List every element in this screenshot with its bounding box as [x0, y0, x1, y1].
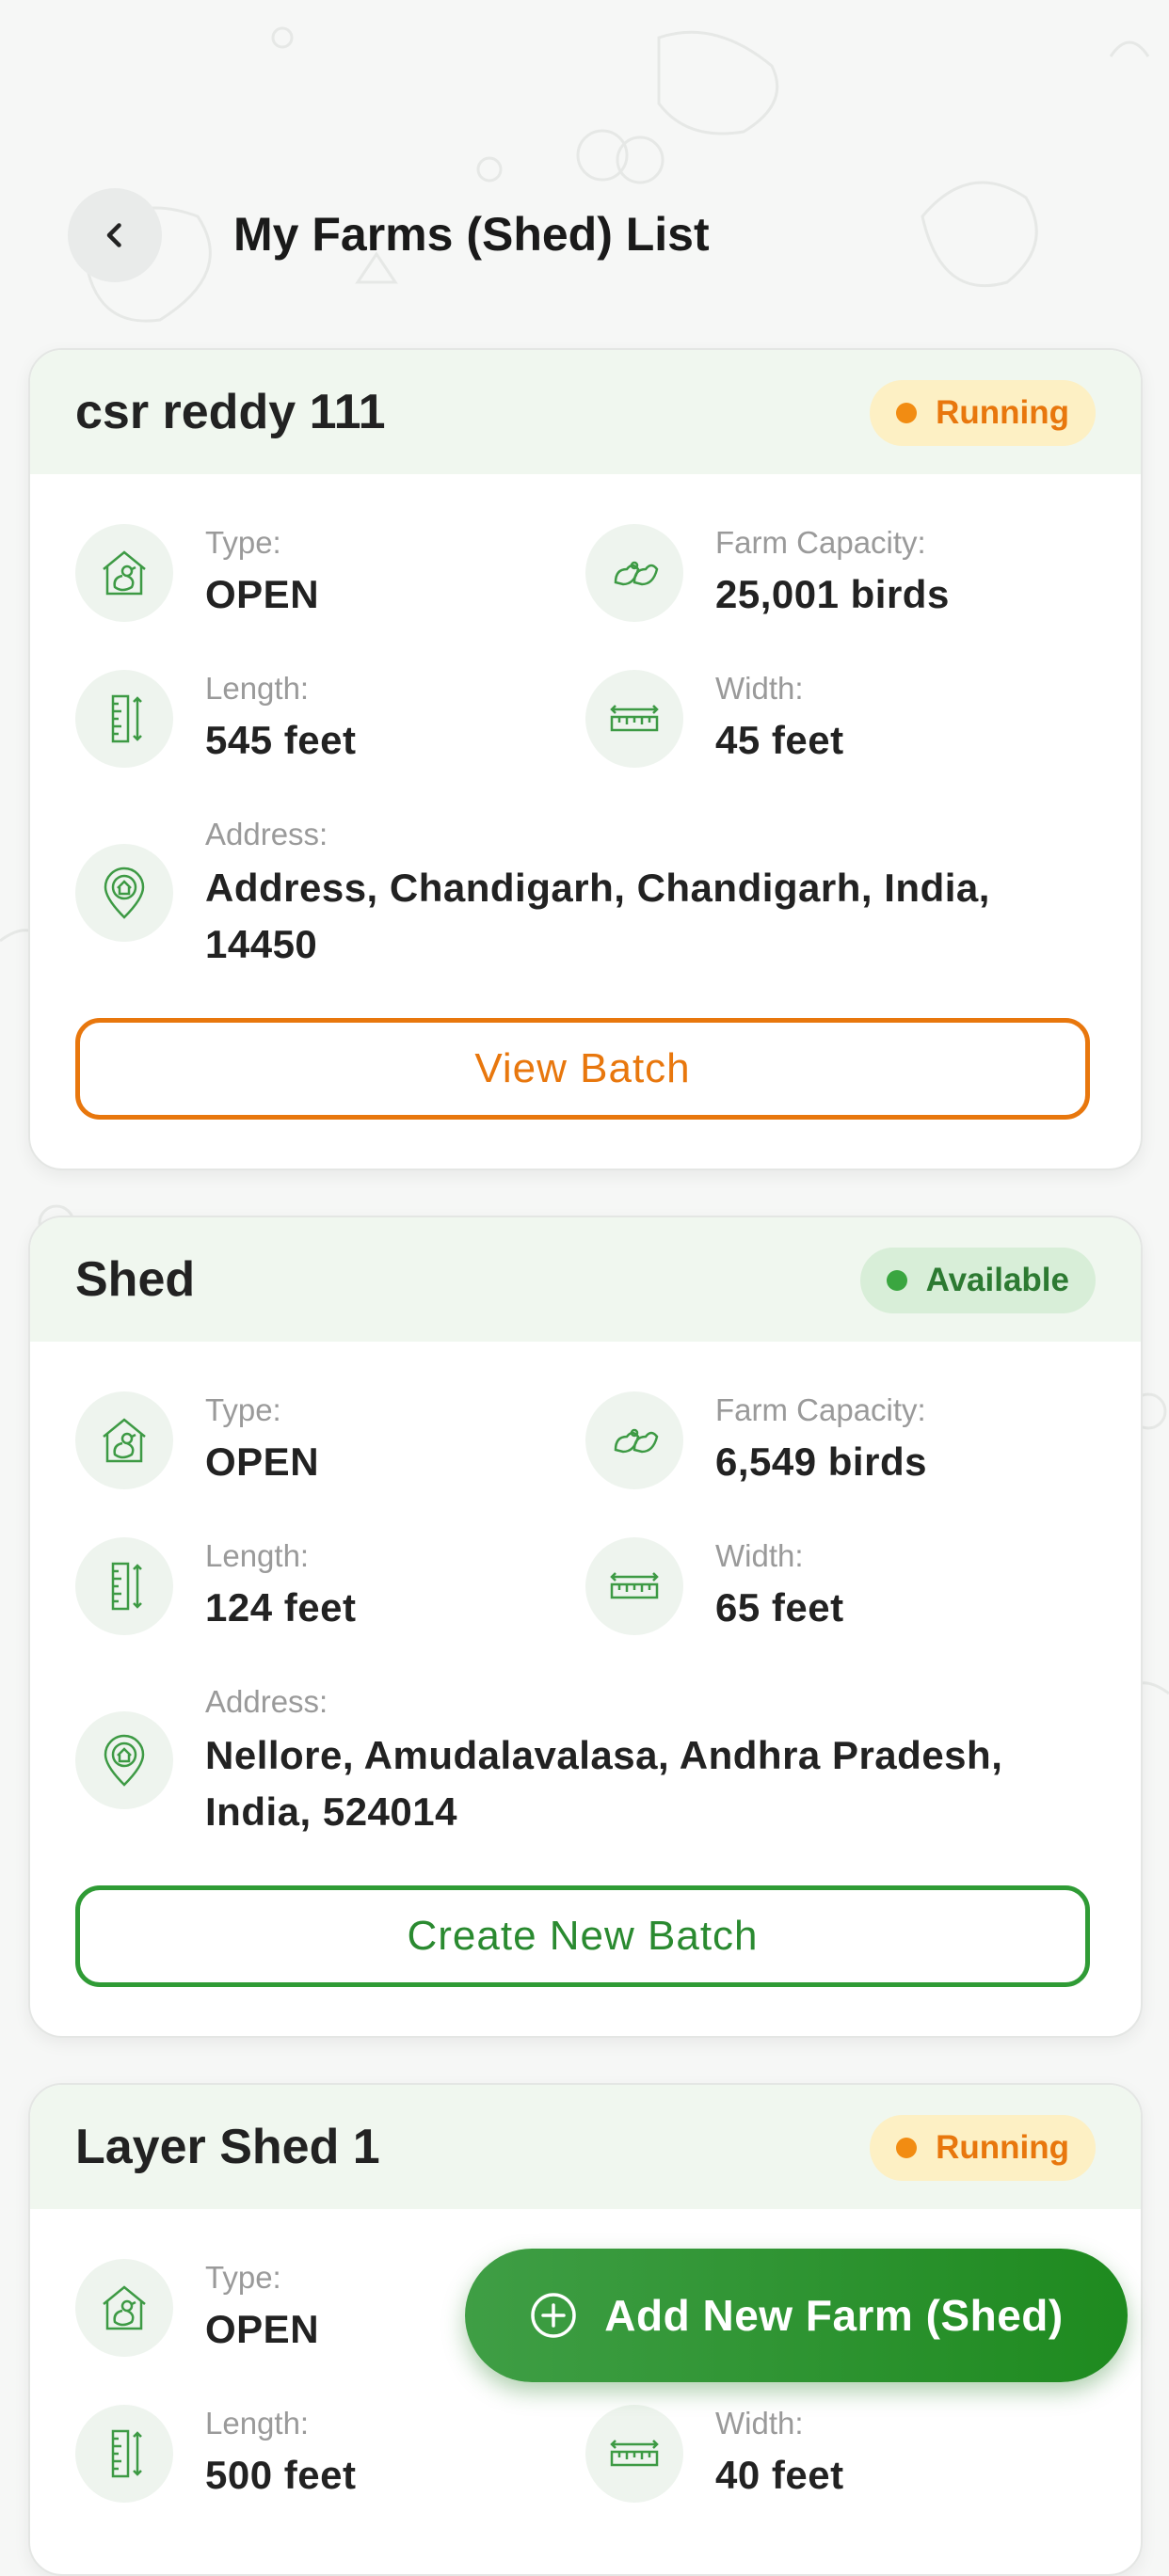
barn-chicken-icon	[75, 2259, 173, 2357]
add-new-farm-label: Add New Farm (Shed)	[604, 2291, 1064, 2340]
plus-circle-icon	[529, 2291, 578, 2340]
farm-card: csr reddy 111 Running Type: OPEN Farm Ca…	[28, 348, 1143, 1170]
page-title: My Farms (Shed) List	[233, 208, 710, 261]
address-value: Address, Chandigarh, Chandigarh, India, …	[205, 866, 990, 966]
length-value: 124 feet	[205, 1585, 357, 1630]
farm-name: csr reddy 111	[75, 385, 386, 439]
address-label: Address:	[205, 817, 328, 851]
ruler-horizontal-icon	[585, 2405, 683, 2503]
capacity-label: Farm Capacity:	[715, 525, 926, 560]
width-value: 45 feet	[715, 718, 844, 762]
length-label: Length:	[205, 2406, 310, 2441]
home-location-pin-icon	[75, 844, 173, 942]
type-label: Type:	[205, 525, 281, 560]
create-new-batch-button[interactable]: Create New Batch	[75, 1885, 1090, 1987]
add-new-farm-button[interactable]: Add New Farm (Shed)	[465, 2249, 1128, 2382]
farm-card-header: csr reddy 111 Running	[30, 350, 1141, 474]
capacity-value: 25,001 birds	[715, 572, 950, 616]
farm-name: Shed	[75, 1252, 196, 1307]
farm-card-header: Layer Shed 1 Running	[30, 2085, 1141, 2209]
status-dot	[896, 403, 918, 423]
birds-icon	[585, 1391, 683, 1489]
address-label: Address:	[205, 1684, 328, 1719]
chevron-left-icon	[106, 223, 121, 247]
status-text: Available	[925, 1262, 1069, 1298]
type-label: Type:	[205, 2260, 281, 2295]
status-dot	[896, 2138, 918, 2158]
capacity-value: 6,549 birds	[715, 1439, 927, 1484]
length-value: 500 feet	[205, 2453, 357, 2497]
birds-icon	[585, 524, 683, 622]
length-label: Length:	[205, 1538, 310, 1573]
width-value: 40 feet	[715, 2453, 844, 2497]
ruler-vertical-icon	[75, 1537, 173, 1635]
width-value: 65 feet	[715, 1585, 844, 1630]
type-value: OPEN	[205, 572, 320, 616]
farm-name: Layer Shed 1	[75, 2120, 380, 2174]
width-label: Width:	[715, 671, 804, 706]
ruler-horizontal-icon	[585, 670, 683, 768]
status-badge: Running	[870, 2115, 1096, 2181]
width-label: Width:	[715, 1538, 804, 1573]
barn-chicken-icon	[75, 524, 173, 622]
type-label: Type:	[205, 1392, 281, 1427]
length-label: Length:	[205, 671, 310, 706]
farm-card-header: Shed Available	[30, 1217, 1141, 1342]
ruler-horizontal-icon	[585, 1537, 683, 1635]
address-value: Nellore, Amudalavalasa, Andhra Pradesh, …	[205, 1733, 1003, 1834]
farm-card: Shed Available Type: OPEN Farm Capacity:…	[28, 1216, 1143, 2038]
width-label: Width:	[715, 2406, 804, 2441]
length-value: 545 feet	[205, 718, 357, 762]
ruler-vertical-icon	[75, 670, 173, 768]
status-badge: Available	[859, 1248, 1096, 1313]
status-dot	[886, 1270, 907, 1291]
app-header: My Farms (Shed) List	[0, 179, 1169, 292]
status-text: Running	[936, 2129, 1069, 2166]
back-button[interactable]	[68, 188, 162, 282]
barn-chicken-icon	[75, 1391, 173, 1489]
view-batch-button[interactable]: View Batch	[75, 1018, 1090, 1120]
status-text: Running	[936, 394, 1069, 431]
type-value: OPEN	[205, 2307, 320, 2351]
ruler-vertical-icon	[75, 2405, 173, 2503]
home-location-pin-icon	[75, 1711, 173, 1809]
status-badge: Running	[870, 380, 1096, 446]
capacity-label: Farm Capacity:	[715, 1392, 926, 1427]
type-value: OPEN	[205, 1439, 320, 1484]
